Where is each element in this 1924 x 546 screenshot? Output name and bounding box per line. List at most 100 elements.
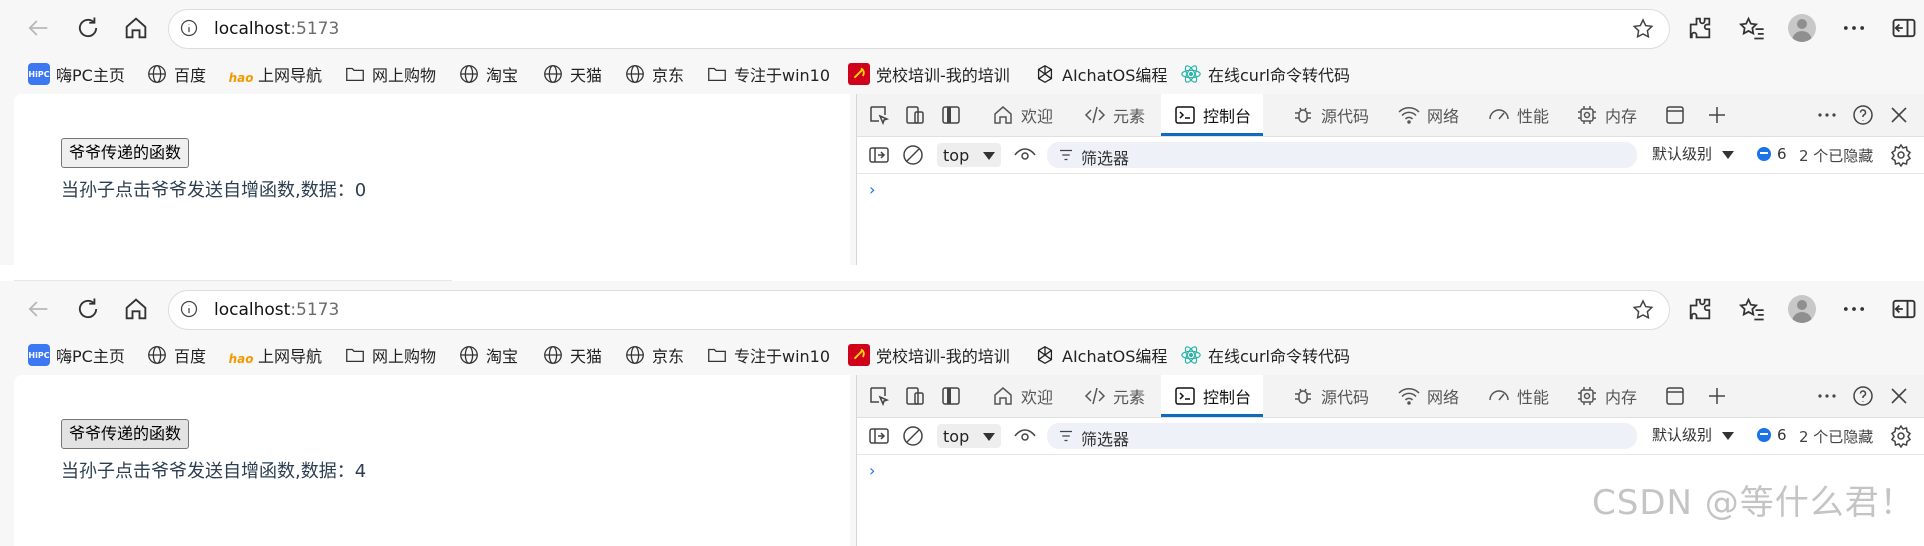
grandpa-function-button[interactable]: 爷爷传递的函数	[61, 419, 190, 449]
bookmark-item[interactable]: hao 上网导航	[229, 62, 322, 86]
bookmark-item[interactable]: HiPC 嗨PC主页	[28, 343, 125, 367]
bookmark-item[interactable]: HiPC 嗨PC主页	[28, 62, 125, 86]
globe-icon	[146, 63, 168, 85]
devtools-tab-sources[interactable]: 源代码	[1285, 94, 1375, 136]
eye-icon[interactable]	[1013, 424, 1037, 448]
info-icon[interactable]	[179, 18, 199, 38]
extensions-puzzle-icon[interactable]	[1686, 295, 1714, 323]
bookmark-item[interactable]: 专注于win10	[706, 343, 830, 367]
help-icon[interactable]	[1851, 103, 1875, 127]
sidebar-toggle-icon[interactable]	[1890, 14, 1918, 42]
devtools-tab-memory[interactable]: 内存	[1569, 94, 1643, 136]
home-icon[interactable]	[122, 14, 150, 42]
bookmark-item[interactable]: 淘宝	[458, 62, 518, 86]
context-select[interactable]: top	[937, 143, 1001, 167]
bookmark-item[interactable]: 京东	[624, 62, 684, 86]
add-tab-plus-icon[interactable]	[1705, 103, 1729, 127]
devtools-tab-elements[interactable]: 元素	[1077, 375, 1151, 417]
console-prompt[interactable]: ›	[869, 461, 875, 480]
bookmark-item[interactable]: AIchatOS编程	[1034, 343, 1167, 367]
favorites-list-icon[interactable]	[1738, 295, 1766, 323]
address-bar[interactable]: localhost:5173	[168, 9, 1670, 49]
message-count-badge[interactable]: 6	[1757, 426, 1787, 444]
bookmark-item[interactable]: AIchatOS编程	[1034, 62, 1167, 86]
bookmark-item[interactable]: 在线curl命令转代码	[1180, 343, 1350, 367]
bookmark-item[interactable]: 党校培训-我的培训	[848, 62, 1010, 86]
context-select[interactable]: top	[937, 424, 1001, 448]
inspect-element-icon[interactable]	[867, 103, 891, 127]
back-arrow-icon[interactable]	[24, 295, 52, 323]
bookmark-item[interactable]: 天猫	[542, 62, 602, 86]
log-level-select[interactable]: 默认级别	[1652, 424, 1735, 445]
filter-input[interactable]: 筛选器	[1047, 142, 1637, 168]
bookmark-item[interactable]: 网上购物	[344, 343, 436, 367]
devtools-tab-welcome[interactable]: 欢迎	[985, 94, 1059, 136]
profile-avatar[interactable]	[1788, 14, 1816, 42]
url-text[interactable]: localhost:5173	[214, 19, 339, 39]
device-emulation-icon[interactable]	[903, 384, 927, 408]
close-icon[interactable]	[1887, 103, 1911, 127]
profile-avatar[interactable]	[1788, 295, 1816, 323]
inspect-element-icon[interactable]	[867, 384, 891, 408]
sidebar-show-icon[interactable]	[867, 424, 891, 448]
bookmark-item[interactable]: 专注于win10	[706, 62, 830, 86]
devtools-tab-memory[interactable]: 内存	[1569, 375, 1643, 417]
devtools-tab-performance[interactable]: 性能	[1481, 94, 1555, 136]
more-menu-icon[interactable]	[1840, 295, 1868, 323]
sidebar-toggle-icon[interactable]	[1890, 295, 1918, 323]
grandpa-function-button[interactable]: 爷爷传递的函数	[61, 138, 190, 168]
dock-side-icon[interactable]	[939, 384, 963, 408]
favorites-list-icon[interactable]	[1738, 14, 1766, 42]
bookmark-item[interactable]: 淘宝	[458, 343, 518, 367]
panel-window-icon[interactable]	[1663, 103, 1687, 127]
devtools-tab-network[interactable]: 网络	[1391, 375, 1465, 417]
console-prompt[interactable]: ›	[869, 180, 875, 199]
devtools-tab-console[interactable]: 控制台	[1161, 94, 1264, 136]
devtools-tab-elements[interactable]: 元素	[1077, 94, 1151, 136]
back-arrow-icon[interactable]	[24, 14, 52, 42]
panel-window-icon[interactable]	[1663, 384, 1687, 408]
close-icon[interactable]	[1887, 384, 1911, 408]
info-icon[interactable]	[179, 299, 199, 319]
bookmark-item[interactable]: 在线curl命令转代码	[1180, 62, 1350, 86]
bookmark-item[interactable]: 百度	[146, 62, 206, 86]
device-emulation-icon[interactable]	[903, 103, 927, 127]
devtools-tab-sources[interactable]: 源代码	[1285, 375, 1375, 417]
filter-input[interactable]: 筛选器	[1047, 423, 1637, 449]
address-bar[interactable]: localhost:5173	[168, 290, 1670, 330]
favorite-star-icon[interactable]	[1631, 298, 1655, 322]
console-toolbar: top 筛选器 默认级别 6 2 个已隐藏	[857, 137, 1924, 174]
bookmark-item[interactable]: 天猫	[542, 343, 602, 367]
home-icon[interactable]	[122, 295, 150, 323]
refresh-icon[interactable]	[74, 14, 102, 42]
eye-icon[interactable]	[1013, 143, 1037, 167]
dock-side-icon[interactable]	[939, 103, 963, 127]
sidebar-show-icon[interactable]	[867, 143, 891, 167]
bookmark-item[interactable]: 百度	[146, 343, 206, 367]
console-icon	[1173, 103, 1197, 127]
url-text[interactable]: localhost:5173	[214, 300, 339, 320]
log-level-select[interactable]: 默认级别	[1652, 143, 1735, 164]
devtools-more-icon[interactable]	[1815, 384, 1839, 408]
favorite-star-icon[interactable]	[1631, 17, 1655, 41]
devtools-tab-welcome[interactable]: 欢迎	[985, 375, 1059, 417]
devtools-tab-network[interactable]: 网络	[1391, 94, 1465, 136]
more-menu-icon[interactable]	[1840, 14, 1868, 42]
gear-icon[interactable]	[1889, 424, 1913, 448]
refresh-icon[interactable]	[74, 295, 102, 323]
clear-console-icon[interactable]	[901, 424, 925, 448]
gear-icon[interactable]	[1889, 143, 1913, 167]
add-tab-plus-icon[interactable]	[1705, 384, 1729, 408]
help-icon[interactable]	[1851, 384, 1875, 408]
devtools-tab-performance[interactable]: 性能	[1481, 375, 1555, 417]
bookmark-item[interactable]: hao 上网导航	[229, 343, 322, 367]
extensions-puzzle-icon[interactable]	[1686, 14, 1714, 42]
bookmark-item[interactable]: 网上购物	[344, 62, 436, 86]
bookmark-item[interactable]: 党校培训-我的培训	[848, 343, 1010, 367]
clear-console-icon[interactable]	[901, 143, 925, 167]
devtools-tab-console[interactable]: 控制台	[1161, 375, 1264, 417]
devtools-more-icon[interactable]	[1815, 103, 1839, 127]
bookmark-item[interactable]: 京东	[624, 343, 684, 367]
message-count-badge[interactable]: 6	[1757, 145, 1787, 163]
console-toolbar: top 筛选器 默认级别 6 2 个已隐藏	[857, 418, 1924, 455]
